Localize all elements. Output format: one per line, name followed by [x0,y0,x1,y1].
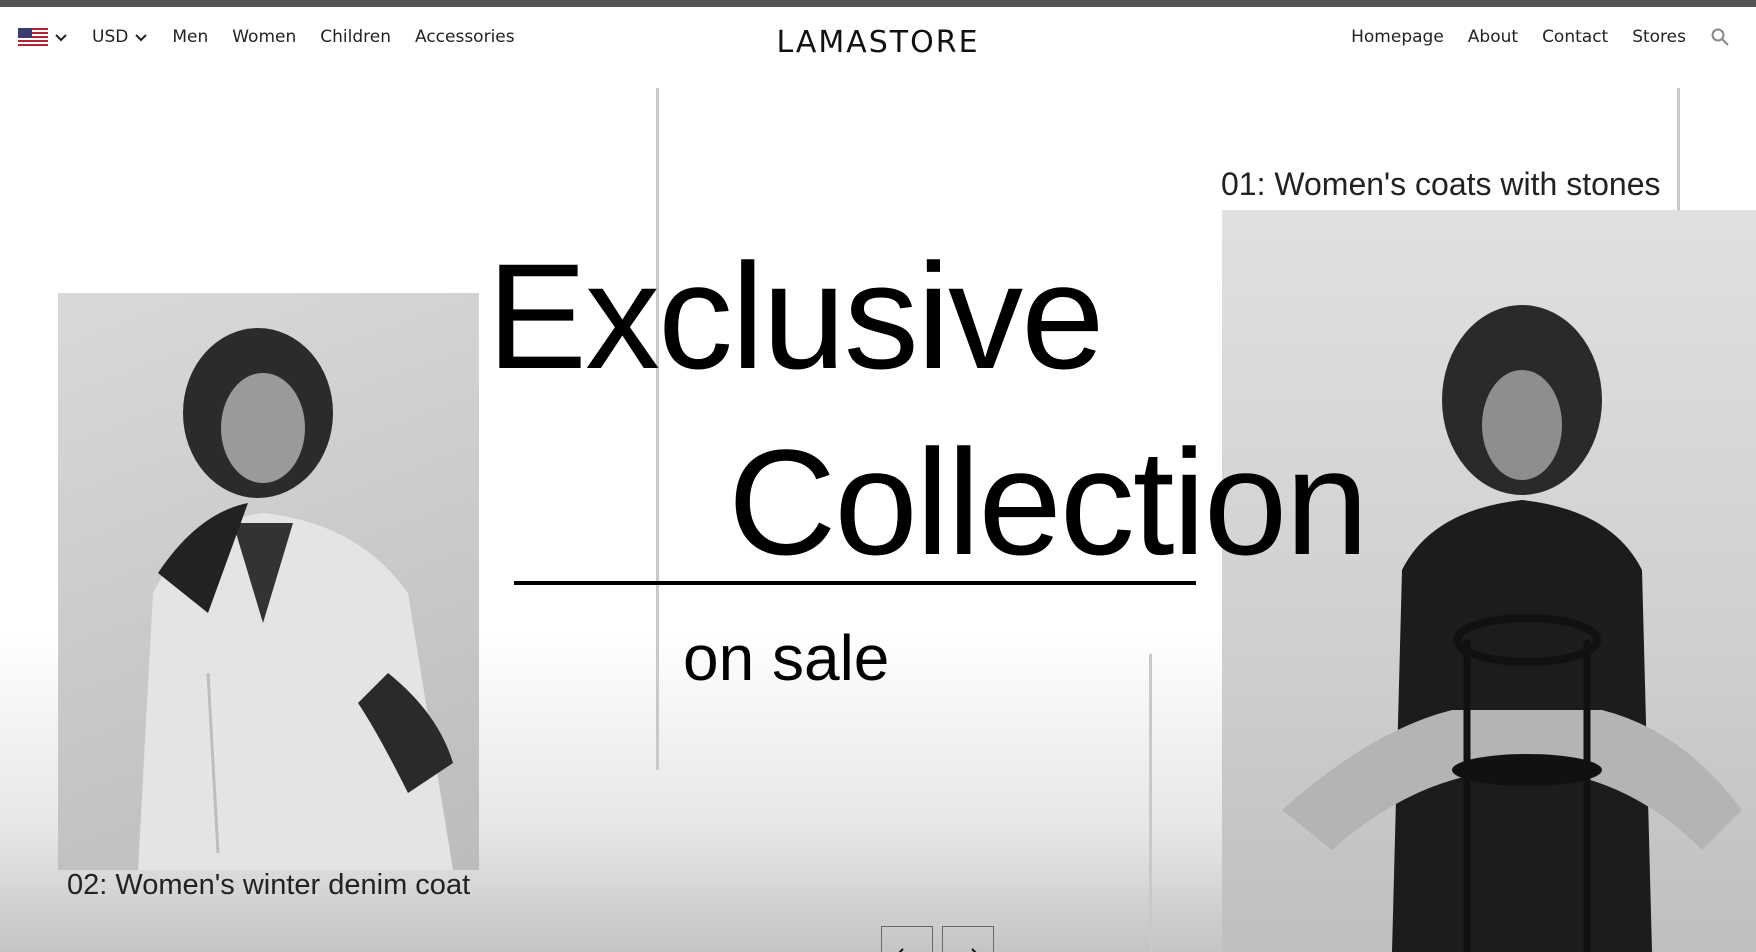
top-navigation: USD Men Women Children Accessories LAMAS… [0,7,1756,71]
hero-title-line2: Collection [728,418,1369,586]
hero-subtitle: on sale [683,622,890,694]
nav-link-stores[interactable]: Stores [1632,27,1686,47]
divider-line [656,88,659,770]
slider-prev-button[interactable] [881,926,933,952]
search-icon[interactable] [1710,27,1730,47]
slide-caption-01: 01: Women's coats with stones [1221,166,1661,202]
nav-link-homepage[interactable]: Homepage [1351,27,1444,47]
divider-line [1677,88,1680,210]
model-silhouette [138,328,453,870]
hero-title-line1: Exclusive [487,232,1105,400]
window-top-strip [0,0,1756,7]
slide-caption-02: 02: Women's winter denim coat [67,869,471,901]
title-underline [514,581,1196,585]
product-image-denim-coat[interactable] [58,293,479,870]
arrow-right-icon [971,948,977,952]
arrow-left-icon [898,948,904,952]
slider-next-button[interactable] [942,926,994,952]
nav-link-contact[interactable]: Contact [1542,27,1608,47]
hero-slider: 01: Women's coats with stones 02: Women'… [0,71,1756,952]
nav-link-about[interactable]: About [1468,27,1518,47]
divider-line [1149,654,1152,952]
nav-right-group: Homepage About Contact Stores [1351,27,1730,47]
